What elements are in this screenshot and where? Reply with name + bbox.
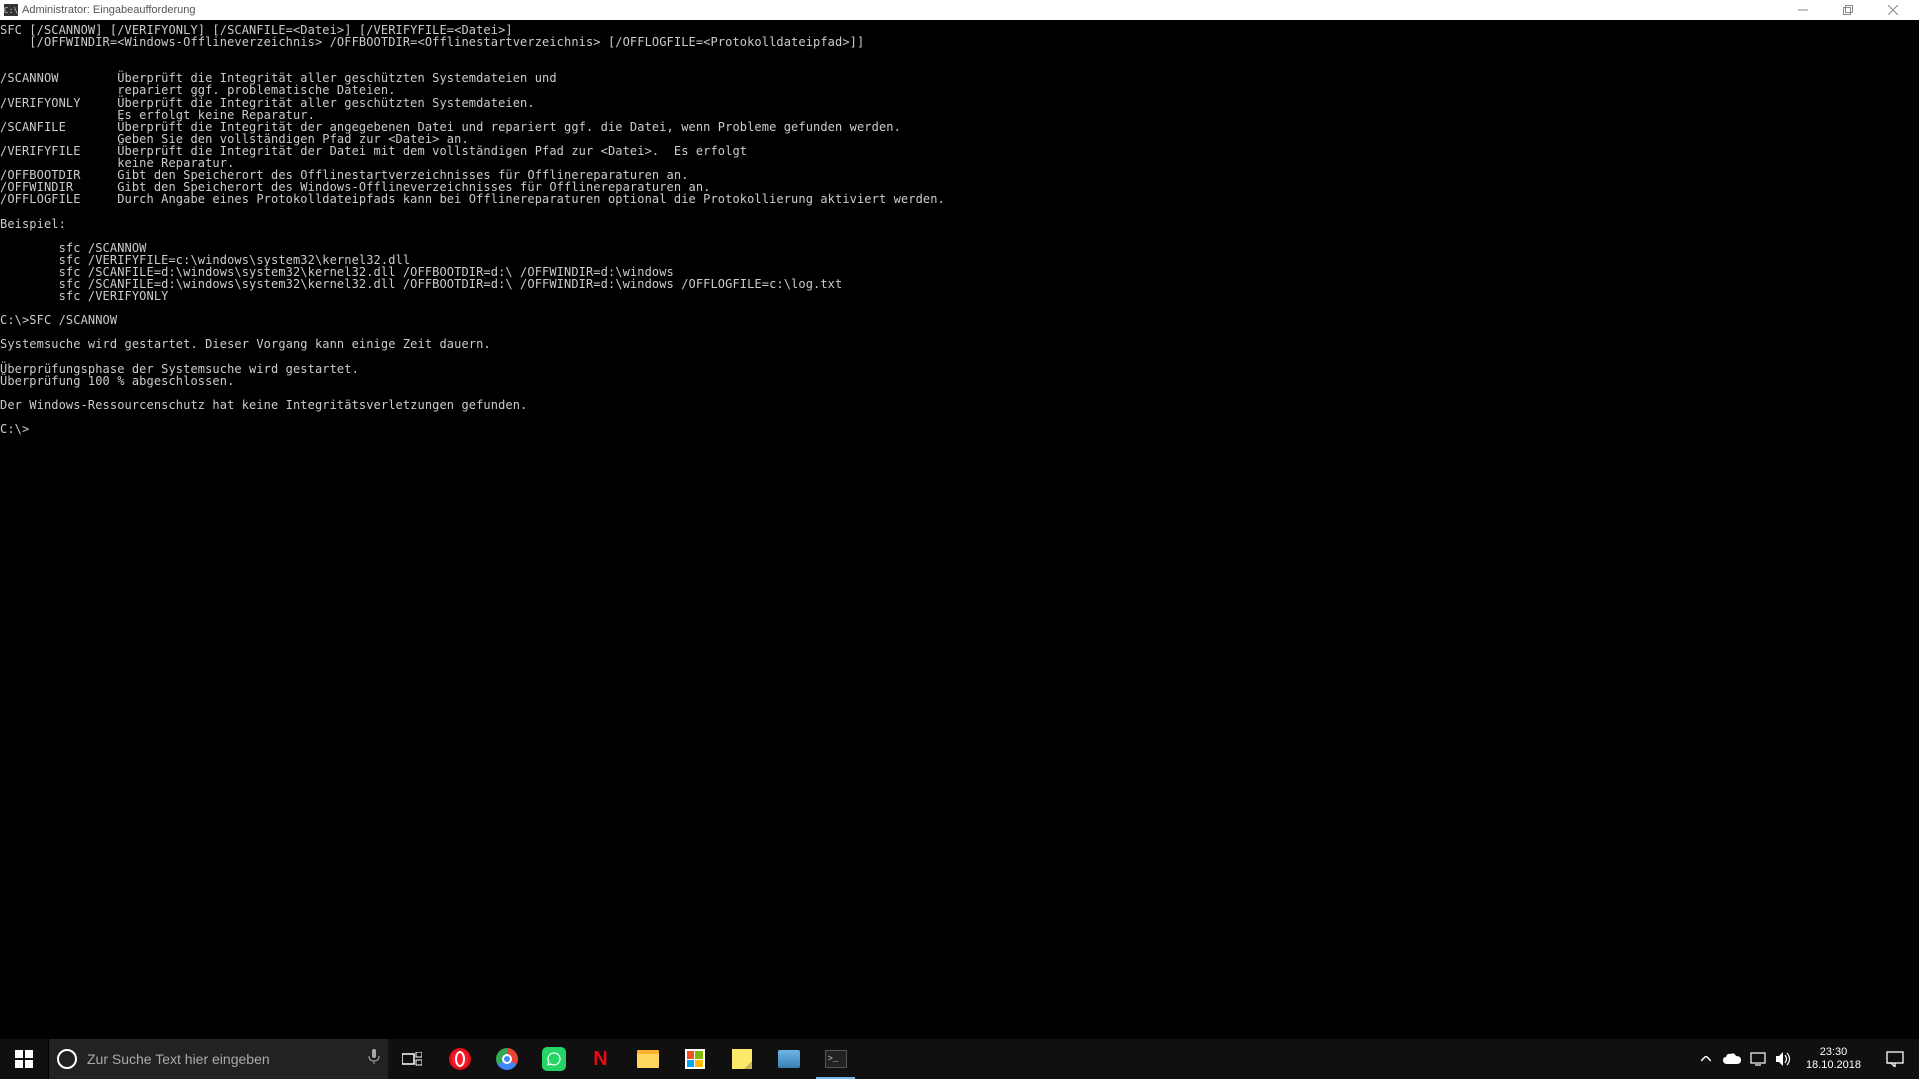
- action-center-button[interactable]: [1871, 1039, 1919, 1079]
- taskbar-time: 23:30: [1820, 1046, 1848, 1059]
- opera-icon: [449, 1048, 471, 1070]
- taskbar-app-snipping[interactable]: [765, 1039, 812, 1079]
- close-button[interactable]: [1870, 0, 1915, 20]
- maximize-button[interactable]: [1825, 0, 1870, 20]
- taskbar-app-cmd[interactable]: >_: [812, 1039, 859, 1079]
- taskbar-app-opera[interactable]: [436, 1039, 483, 1079]
- taskbar-app-whatsapp[interactable]: [530, 1039, 577, 1079]
- taskbar-app-explorer[interactable]: [624, 1039, 671, 1079]
- taskbar-app-sticky-notes[interactable]: [718, 1039, 765, 1079]
- task-view-button[interactable]: [388, 1039, 436, 1079]
- window-titlebar: C:\ Administrator: Eingabeaufforderung: [0, 0, 1919, 20]
- cmd-window-icon: C:\: [4, 4, 18, 16]
- tray-show-hidden-icons[interactable]: [1694, 1039, 1718, 1079]
- start-button[interactable]: [0, 1039, 48, 1079]
- whatsapp-icon: [542, 1047, 566, 1071]
- taskbar-app-store[interactable]: [671, 1039, 718, 1079]
- taskbar-app-netflix[interactable]: N: [577, 1039, 624, 1079]
- taskbar-clock[interactable]: 23:30 18.10.2018: [1798, 1046, 1869, 1072]
- tray-network-icon[interactable]: [1746, 1039, 1770, 1079]
- minimize-button[interactable]: [1780, 0, 1825, 20]
- microsoft-store-icon: [685, 1049, 705, 1069]
- search-box[interactable]: Zur Suche Text hier eingeben: [48, 1039, 388, 1079]
- microphone-icon[interactable]: [368, 1049, 380, 1070]
- sticky-notes-icon: [732, 1049, 752, 1069]
- window-title: Administrator: Eingabeaufforderung: [22, 4, 195, 16]
- netflix-icon: N: [589, 1047, 613, 1071]
- taskbar: Zur Suche Text hier eingeben N >_: [0, 1039, 1919, 1079]
- tray-onedrive-icon[interactable]: [1720, 1039, 1744, 1079]
- taskbar-date: 18.10.2018: [1806, 1059, 1861, 1072]
- chrome-icon: [496, 1048, 518, 1070]
- search-placeholder: Zur Suche Text hier eingeben: [87, 1051, 358, 1067]
- cmd-icon: >_: [825, 1050, 847, 1068]
- tray-volume-icon[interactable]: [1772, 1039, 1796, 1079]
- cortana-icon: [57, 1049, 77, 1069]
- file-explorer-icon: [637, 1050, 659, 1068]
- snipping-tool-icon: [778, 1050, 800, 1068]
- taskbar-app-chrome[interactable]: [483, 1039, 530, 1079]
- terminal-output[interactable]: SFC [/SCANNOW] [/VERIFYONLY] [/SCANFILE=…: [0, 20, 1919, 435]
